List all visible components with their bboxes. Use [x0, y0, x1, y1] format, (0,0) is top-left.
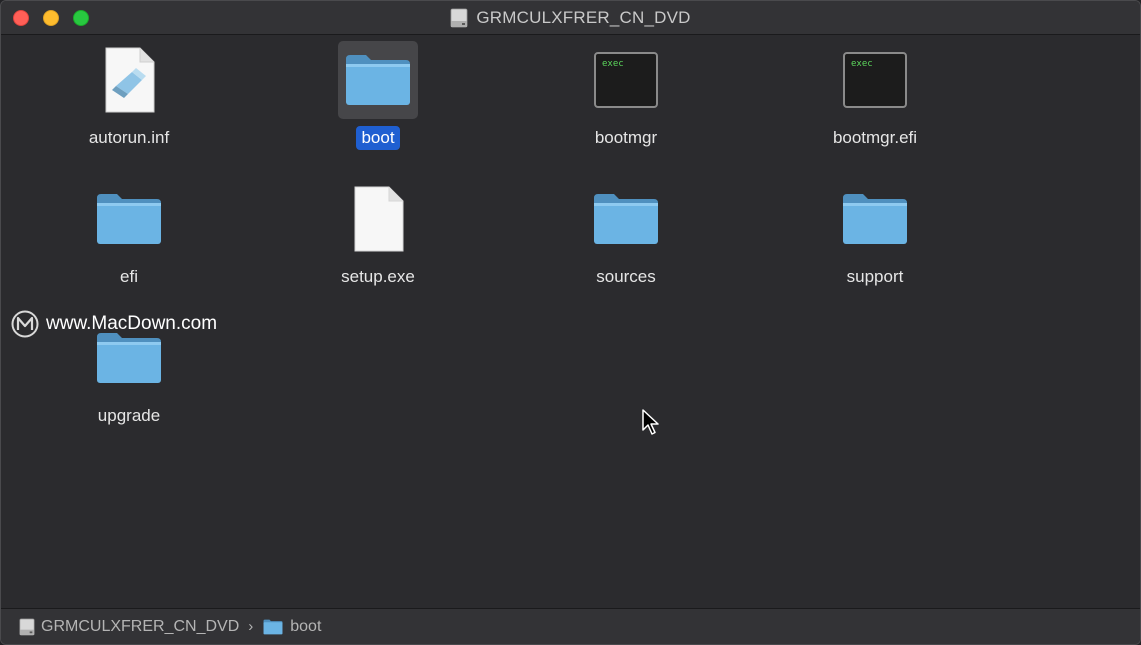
exec-text: exec — [851, 59, 873, 69]
folder-icon — [89, 180, 169, 258]
folder-upgrade[interactable]: upgrade — [49, 319, 209, 449]
file-label: bootmgr — [594, 128, 658, 147]
folder-icon — [263, 619, 283, 634]
file-autorun-inf[interactable]: autorun.inf — [49, 41, 209, 171]
folder-sources[interactable]: sources — [546, 180, 706, 310]
path-crumb-label: GRMCULXFRER_CN_DVD — [41, 617, 240, 635]
exec-icon: exec — [586, 41, 666, 119]
finder-window: GRMCULXFRER_CN_DVD autorun.inf boot exec… — [0, 0, 1141, 645]
folder-boot[interactable]: boot — [298, 41, 458, 171]
window-title-area: GRMCULXFRER_CN_DVD — [1, 8, 1140, 33]
file-bootmgr[interactable]: exec bootmgr — [546, 41, 706, 171]
file-label: setup.exe — [341, 267, 415, 286]
macdown-logo-icon — [11, 310, 39, 338]
folder-icon — [338, 41, 418, 119]
document-icon — [89, 41, 169, 119]
folder-icon — [586, 180, 666, 258]
path-bar: GRMCULXFRER_CN_DVD › boot — [1, 608, 1140, 644]
watermark-text: www.MacDown.com — [46, 313, 218, 334]
folder-efi[interactable]: efi — [49, 180, 209, 310]
file-label: efi — [120, 267, 138, 286]
watermark: www.MacDown.com — [11, 310, 217, 338]
file-label: autorun.inf — [88, 128, 170, 147]
disk-icon — [450, 8, 468, 28]
title-bar[interactable]: GRMCULXFRER_CN_DVD — [1, 1, 1140, 35]
blank-file-icon — [338, 180, 418, 258]
mouse-pointer-icon — [642, 409, 659, 435]
folder-icon — [835, 180, 915, 258]
file-label: bootmgr.efi — [832, 128, 918, 147]
file-setup-exe[interactable]: setup.exe — [298, 180, 458, 310]
path-crumb-label: boot — [290, 617, 322, 635]
exec-text: exec — [602, 59, 624, 69]
file-label: support — [846, 267, 904, 286]
folder-support[interactable]: support — [795, 180, 955, 310]
path-crumb-disk[interactable]: GRMCULXFRER_CN_DVD — [19, 618, 239, 636]
disk-icon — [19, 618, 35, 635]
exec-icon: exec — [835, 41, 915, 119]
path-crumb-boot[interactable]: boot — [262, 618, 321, 636]
file-bootmgr-efi[interactable]: exec bootmgr.efi — [795, 41, 955, 171]
icon-view[interactable]: autorun.inf boot exec bootmgr exec bootm… — [1, 35, 1140, 608]
chevron-right-icon: › — [248, 618, 254, 635]
file-label: boot — [356, 126, 400, 150]
window-title: GRMCULXFRER_CN_DVD — [476, 8, 691, 27]
file-label: upgrade — [97, 406, 161, 425]
file-label: sources — [596, 267, 656, 286]
